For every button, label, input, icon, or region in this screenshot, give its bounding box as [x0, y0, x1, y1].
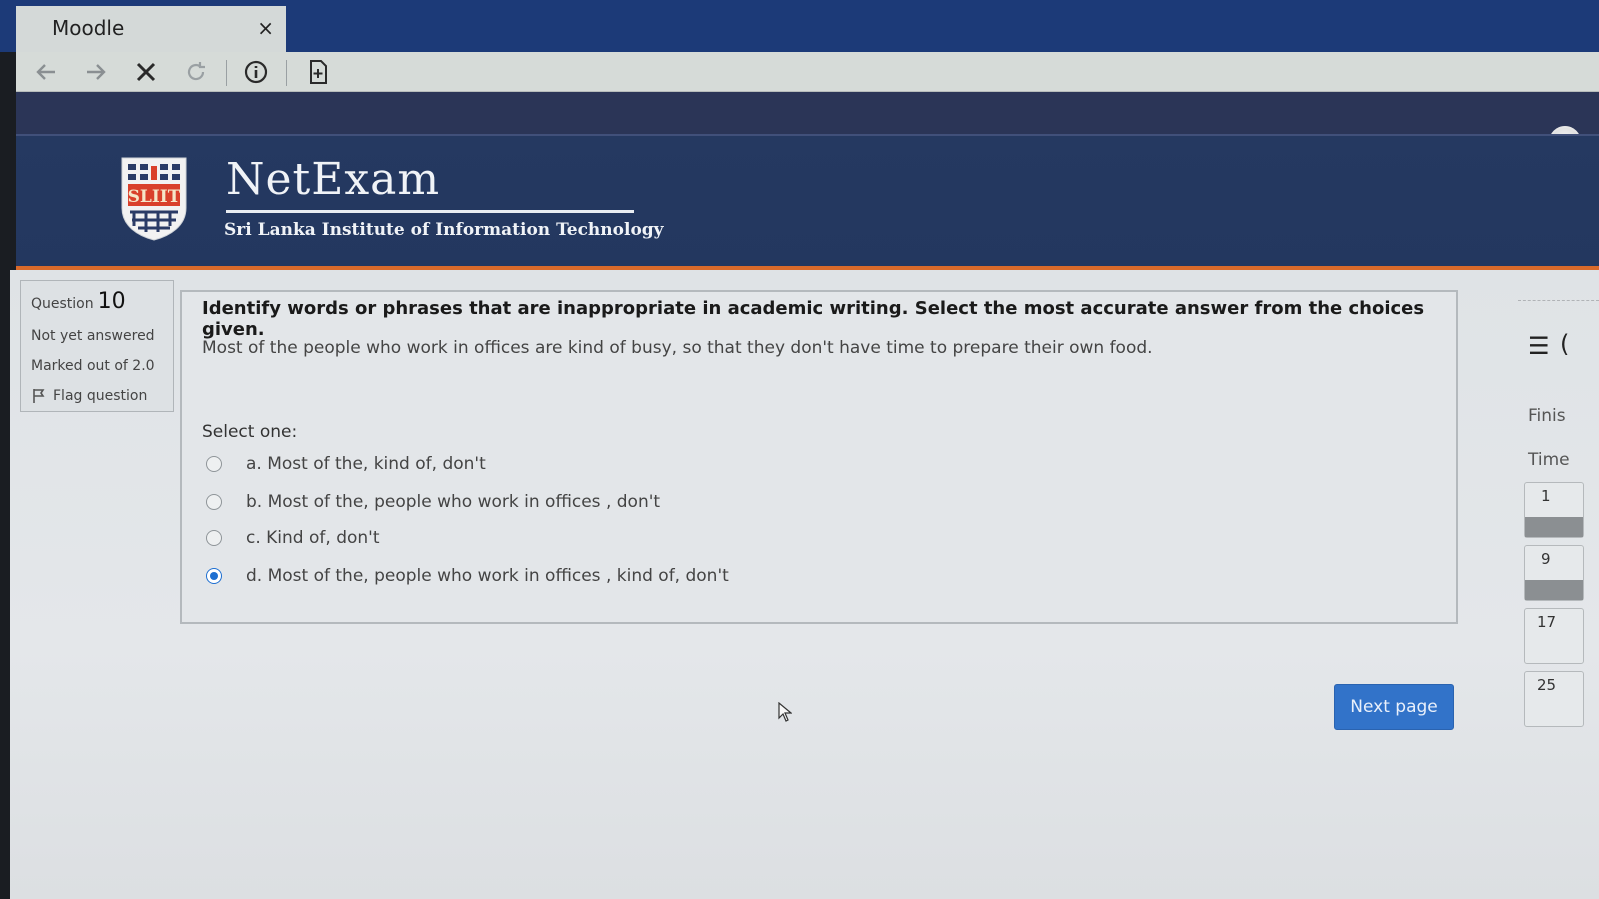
quiz-nav-number: 1	[1541, 487, 1551, 505]
browser-tab-bar: Moodle ×	[0, 0, 1599, 52]
question-state: Not yet answered	[31, 328, 155, 344]
quiz-nav-number: 25	[1537, 676, 1557, 694]
quiz-nav-button[interactable]: 25	[1524, 671, 1584, 727]
option-label: b. Most of the, people who work in offic…	[246, 492, 661, 512]
top-navbar	[16, 92, 1599, 134]
logo-lettering: SLIIT	[128, 187, 181, 207]
toolbar-divider	[286, 60, 287, 86]
radio-button[interactable]	[206, 530, 222, 546]
next-page-button[interactable]: Next page	[1334, 684, 1454, 730]
toolbar-divider	[226, 60, 227, 86]
question-marks: Marked out of 2.0	[31, 358, 155, 374]
reload-icon[interactable]	[180, 56, 212, 88]
stop-loading-icon[interactable]	[130, 56, 162, 88]
radio-button[interactable]	[206, 456, 222, 472]
flag-question-button[interactable]: Flag question	[31, 388, 163, 404]
answer-option-a[interactable]: a. Most of the, kind of, don't	[206, 454, 486, 474]
sliit-logo: SLIIT	[120, 156, 188, 242]
radio-button-selected[interactable]	[206, 568, 222, 584]
forward-arrow-icon[interactable]	[80, 56, 112, 88]
quiz-nav-button[interactable]: 1	[1524, 482, 1584, 538]
question-sentence: Most of the people who work in offices a…	[202, 338, 1153, 358]
question-number-value: 10	[97, 289, 126, 314]
finish-attempt-link[interactable]: Finis	[1528, 406, 1566, 426]
flag-question-label: Flag question	[53, 388, 148, 404]
browser-tab[interactable]: Moodle ×	[16, 6, 286, 52]
answer-option-d[interactable]: d. Most of the, people who work in offic…	[206, 566, 729, 586]
close-tab-icon[interactable]: ×	[257, 16, 274, 40]
quiz-nav-button[interactable]: 17	[1524, 608, 1584, 664]
side-panel-divider	[1518, 300, 1599, 301]
answer-option-c[interactable]: c. Kind of, don't	[206, 528, 380, 548]
question-number: Question 10	[31, 289, 163, 314]
page-add-icon[interactable]	[302, 56, 334, 88]
menu-icon[interactable]: ☰	[1528, 332, 1550, 360]
option-label: c. Kind of, don't	[246, 528, 380, 548]
quiz-nav-number: 17	[1537, 613, 1557, 631]
tab-title: Moodle	[52, 16, 125, 40]
flag-icon	[33, 389, 45, 403]
site-info-icon[interactable]	[240, 56, 272, 88]
time-left-label: Time	[1528, 450, 1570, 470]
institute-name: Sri Lanka Institute of Information Techn…	[224, 220, 664, 240]
site-title: NetExam	[226, 154, 441, 205]
back-arrow-icon[interactable]	[30, 56, 62, 88]
question-instruction: Identify words or phrases that are inapp…	[202, 298, 1425, 340]
answered-indicator	[1525, 580, 1583, 600]
title-underline	[226, 210, 634, 213]
answered-indicator	[1525, 517, 1583, 537]
quiz-nav-button[interactable]: 9	[1524, 545, 1584, 601]
option-label: a. Most of the, kind of, don't	[246, 454, 486, 474]
quiz-nav-number: 9	[1541, 550, 1551, 568]
question-box: Identify words or phrases that are inapp…	[180, 290, 1458, 624]
answer-option-b[interactable]: b. Most of the, people who work in offic…	[206, 492, 660, 512]
select-one-label: Select one:	[202, 422, 298, 442]
mouse-cursor-icon	[778, 702, 792, 722]
option-label: d. Most of the, people who work in offic…	[246, 566, 729, 586]
question-info-panel: Question 10 Not yet answered Marked out o…	[20, 280, 174, 412]
radio-button[interactable]	[206, 494, 222, 510]
question-label: Question	[31, 296, 94, 312]
browser-toolbar	[16, 52, 1599, 92]
collapse-icon[interactable]: (	[1560, 330, 1569, 358]
